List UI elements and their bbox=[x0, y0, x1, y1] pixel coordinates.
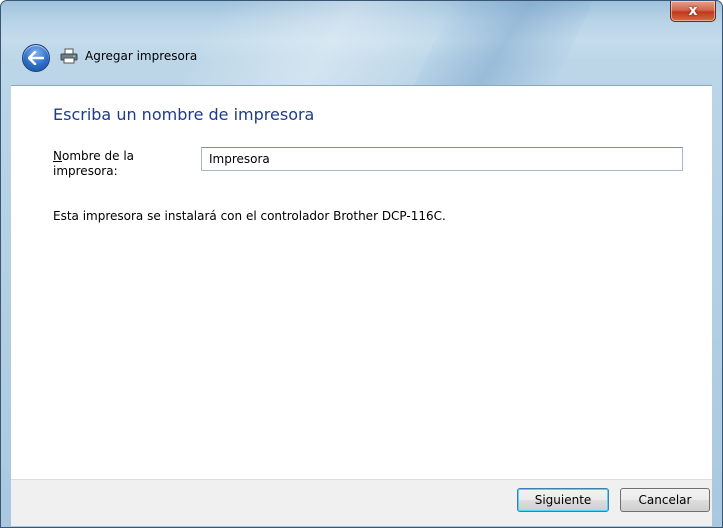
close-icon: x bbox=[688, 3, 698, 19]
printer-name-label: Nombre de la impresora: bbox=[53, 149, 183, 179]
cancel-button[interactable]: Cancelar bbox=[620, 488, 710, 512]
label-accesskey: N bbox=[53, 149, 62, 163]
next-button[interactable]: Siguiente bbox=[517, 488, 609, 512]
back-arrow-icon bbox=[28, 51, 44, 65]
window-title: Agregar impresora bbox=[85, 49, 198, 63]
label-line2: impresora: bbox=[53, 164, 118, 178]
label-line1: ombre de la bbox=[61, 149, 135, 163]
page-heading: Escriba un nombre de impresora bbox=[53, 105, 315, 124]
close-button[interactable]: x bbox=[670, 1, 716, 22]
back-button[interactable] bbox=[22, 44, 50, 72]
dialog-window: x Agregar impresora Escriba un nombre de… bbox=[0, 0, 723, 528]
content-area bbox=[11, 85, 712, 480]
driver-info-text: Esta impresora se instalará con el contr… bbox=[53, 209, 446, 223]
printer-icon bbox=[60, 48, 78, 64]
printer-name-input[interactable] bbox=[201, 147, 683, 171]
